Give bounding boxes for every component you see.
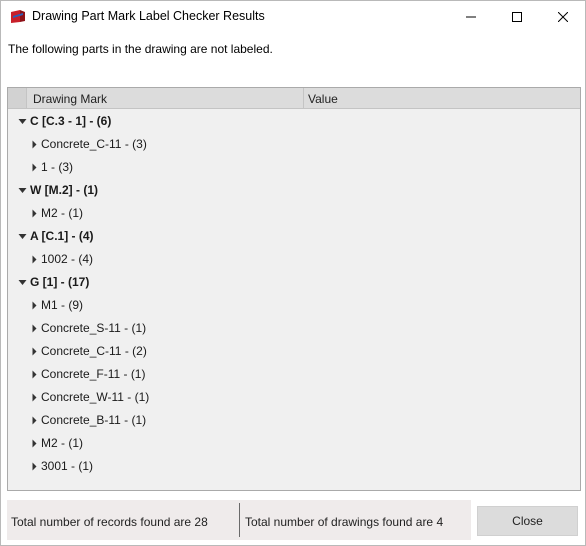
drawing-app-icon — [10, 9, 26, 24]
status-panel: Total number of records found are 28 Tot… — [7, 500, 471, 540]
title-bar[interactable]: Drawing Part Mark Label Checker Results — [1, 1, 585, 32]
tree-child-row[interactable]: Concrete_B-11 - (1) — [29, 410, 146, 430]
tree-child-row[interactable]: M2 - (1) — [29, 433, 83, 453]
results-grid[interactable]: Drawing Mark Value C [C.3 - 1] - (6) Conc… — [7, 87, 581, 491]
caret-right-icon[interactable] — [29, 254, 39, 264]
tree-child-label: Concrete_B-11 - (1) — [41, 413, 147, 427]
tree-child-label: 3001 - (1) — [41, 459, 94, 473]
tree-child-row[interactable]: Concrete_W-11 - (1) — [29, 387, 149, 407]
tree-child-row[interactable]: 1 - (3) — [29, 157, 73, 177]
tree-child-label: Concrete_S-11 - (1) — [41, 321, 147, 335]
row-selector-header — [8, 88, 27, 108]
caret-down-icon[interactable] — [17, 231, 27, 241]
caret-right-icon[interactable] — [29, 415, 39, 425]
caret-right-icon[interactable] — [29, 323, 39, 333]
tree-child-row[interactable]: M1 - (9) — [29, 295, 83, 315]
results-window: Drawing Part Mark Label Checker Results … — [0, 0, 586, 546]
window-title: Drawing Part Mark Label Checker Results — [32, 9, 265, 23]
caret-down-icon[interactable] — [17, 116, 27, 126]
tree-group-label: G [1] - (17) — [30, 275, 90, 289]
caret-right-icon[interactable] — [29, 438, 39, 448]
caret-right-icon[interactable] — [29, 392, 39, 402]
caret-right-icon[interactable] — [29, 346, 39, 356]
tree-child-label: 1 - (3) — [41, 160, 74, 174]
maximize-button[interactable] — [494, 1, 540, 32]
caret-right-icon[interactable] — [29, 139, 39, 149]
tree-child-row[interactable]: 3001 - (1) — [29, 456, 93, 476]
grid-header: Drawing Mark Value — [8, 88, 580, 109]
tree-child-row[interactable]: 1002 - (4) — [29, 249, 93, 269]
close-icon — [558, 11, 568, 22]
tree-child-row[interactable]: Concrete_C-11 - (2) — [29, 341, 147, 361]
intro-message: The following parts in the drawing are n… — [8, 42, 273, 56]
tree-group-label: C [C.3 - 1] - (6) — [30, 114, 112, 128]
tree-child-row[interactable]: Concrete_C-11 - (3) — [29, 134, 147, 154]
close-window-button[interactable] — [540, 1, 586, 32]
column-header-label: Value — [308, 92, 338, 106]
tree-child-label: M2 - (1) — [41, 436, 83, 450]
caret-right-icon[interactable] — [29, 300, 39, 310]
tree-group-row[interactable]: A [C.1] - (4) — [17, 226, 94, 246]
tree-child-label: M1 - (9) — [41, 298, 83, 312]
caret-right-icon[interactable] — [29, 369, 39, 379]
status-divider — [239, 503, 240, 537]
tree-group-row[interactable]: C [C.3 - 1] - (6) — [17, 111, 111, 131]
minimize-icon — [466, 12, 476, 22]
caret-right-icon[interactable] — [29, 208, 39, 218]
tree-child-label: M2 - (1) — [41, 206, 83, 220]
records-count-text: Total number of records found are 28 — [11, 515, 208, 529]
column-header-value[interactable]: Value — [304, 88, 580, 108]
column-header-label: Drawing Mark — [33, 92, 108, 106]
tree-child-label: Concrete_C-11 - (2) — [41, 344, 147, 358]
caret-down-icon[interactable] — [17, 277, 27, 287]
tree-group-row[interactable]: G [1] - (17) — [17, 272, 89, 292]
caret-right-icon[interactable] — [29, 461, 39, 471]
tree-child-row[interactable]: Concrete_S-11 - (1) — [29, 318, 146, 338]
caret-down-icon[interactable] — [17, 185, 27, 195]
tree-child-label: 1002 - (4) — [41, 252, 94, 266]
tree-child-row[interactable]: M2 - (1) — [29, 203, 83, 223]
drawings-count-text: Total number of drawings found are 4 — [245, 515, 444, 529]
tree-child-label: Concrete_C-11 - (3) — [41, 137, 147, 151]
tree-group-row[interactable]: W [M.2] - (1) — [17, 180, 98, 200]
column-header-drawing-mark[interactable]: Drawing Mark — [27, 88, 304, 108]
tree-child-label: Concrete_W-11 - (1) — [41, 390, 150, 404]
tree-group-label: W [M.2] - (1) — [30, 183, 98, 197]
maximize-icon — [512, 11, 522, 22]
caret-right-icon[interactable] — [29, 162, 39, 172]
tree-child-row[interactable]: Concrete_F-11 - (1) — [29, 364, 145, 384]
tree-group-label: A [C.1] - (4) — [30, 229, 94, 243]
close-button[interactable]: Close — [477, 506, 578, 536]
minimize-button[interactable] — [448, 1, 494, 32]
tree-child-label: Concrete_F-11 - (1) — [41, 367, 146, 381]
